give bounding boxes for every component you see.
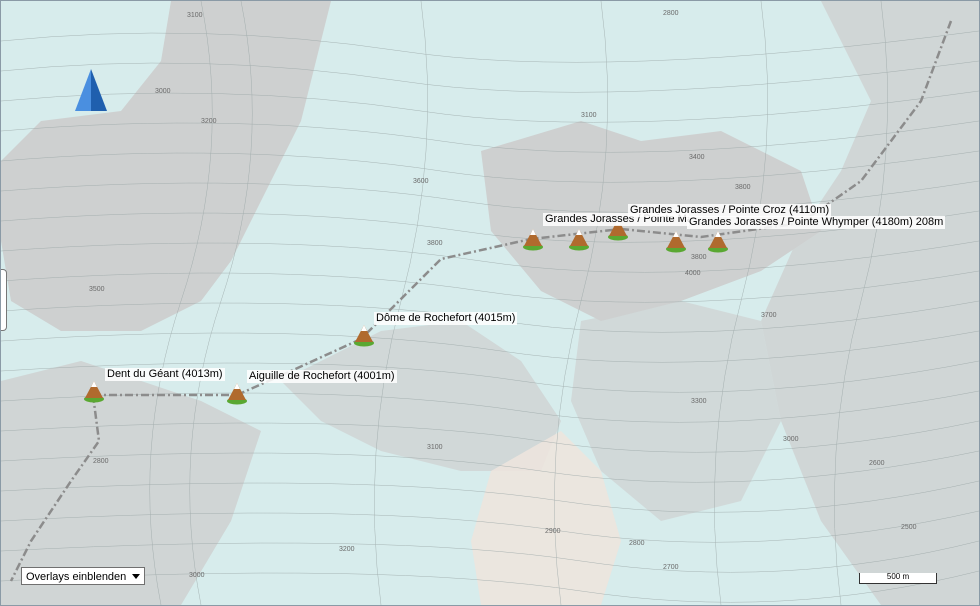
contour-label: 3300 [691,398,707,405]
map-view[interactable]: 3100 3100 3400 3600 2800 3000 3200 3800 … [0,0,980,606]
contour-label: 3100 [187,12,203,19]
contour-label: 3100 [427,444,443,451]
mountain-summit-icon[interactable] [568,227,590,251]
contour-label: 3800 [735,184,751,191]
summit-label-dome-de-rochefort: Dôme de Rochefort (4015m) [374,312,518,325]
north-arrow-icon [75,69,107,111]
contour-label: 4000 [685,270,701,277]
contour-label: 2800 [629,540,645,547]
contour-label: 3000 [189,572,205,579]
mountain-summit-icon[interactable] [522,227,544,251]
contour-label: 3800 [427,240,443,247]
mountain-summit-icon[interactable] [226,381,248,405]
contour-label: 2600 [869,460,885,467]
contour-label: 2800 [93,458,109,465]
summit-label-aiguille-de-rochefort: Aiguille de Rochefort (4001m) [247,370,397,383]
overlay-select-label: Overlays einblenden [26,571,127,583]
contour-label: 3000 [155,88,171,95]
contour-label: 2700 [663,564,679,571]
contour-label: 3400 [689,154,705,161]
dropdown-arrow-icon [132,574,140,579]
scale-bar-label: 500 m [886,572,910,581]
mountain-summit-icon[interactable] [83,379,105,403]
contour-label: 3000 [783,436,799,443]
contour-label: 3700 [761,312,777,319]
overlay-select[interactable]: Overlays einblenden [21,567,145,585]
mountain-summit-icon[interactable] [707,229,729,253]
summit-label-pointe-whymper: Grandes Jorasses / Pointe Whymper (4180m… [687,216,946,229]
contour-label: 2500 [901,524,917,531]
contour-label: 3200 [201,118,217,125]
contour-label: 2800 [663,10,679,17]
mountain-summit-icon[interactable] [353,323,375,347]
mountain-summit-icon[interactable] [665,229,687,253]
contour-label: 3600 [413,178,429,185]
contour-label: 3800 [691,254,707,261]
panel-toggle-handle[interactable] [1,269,7,331]
summit-label-dent-du-geant: Dent du Géant (4013m) [105,368,225,381]
contour-label: 3500 [89,286,105,293]
contour-label: 3100 [581,112,597,119]
topographic-map[interactable]: 3100 3100 3400 3600 2800 3000 3200 3800 … [1,1,979,605]
contour-label: 2900 [545,528,561,535]
scale-bar: 500 m [859,572,937,584]
contour-label: 3200 [339,546,355,553]
